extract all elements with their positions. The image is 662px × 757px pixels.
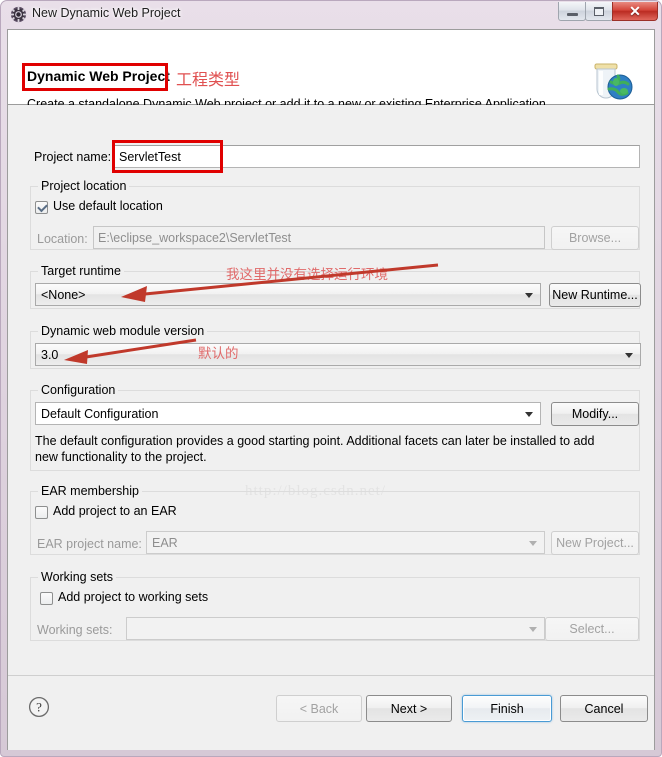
ear-project-name-combo: EAR [146,531,545,554]
close-button[interactable]: ✕ [612,2,658,21]
module-version-group-title: Dynamic web module version [38,324,208,338]
location-label: Location: [37,232,88,246]
project-location-group-title: Project location [38,179,130,193]
dialog-banner: Dynamic Web Project 工程类型 Create a standa… [8,30,654,111]
add-project-to-working-sets-checkbox[interactable] [40,592,53,605]
module-version-combo[interactable]: 3.0 [35,343,641,366]
next-button[interactable]: Next > [366,695,452,722]
dialog-content: http://blog.csdn.net/ Project name: Serv… [8,105,654,675]
back-button: < Back [276,695,362,722]
dialog-footer: ? < Back Next > Finish Cancel [8,675,654,750]
chevron-down-icon [525,411,533,417]
chevron-down-icon [529,626,537,632]
ear-project-name-label: EAR project name: [37,537,142,551]
maximize-button[interactable] [585,2,613,21]
window-controls: ✕ [558,2,658,21]
configuration-description-line2: new functionality to the project. [35,450,207,464]
working-sets-label: Working sets: [37,623,113,637]
module-version-annotation: 默认的 [198,346,239,361]
finish-button[interactable]: Finish [462,695,552,722]
project-name-label: Project name: [34,150,112,164]
add-project-to-ear-label: Add project to an EAR [53,504,177,518]
dialog-window: New Dynamic Web Project ✕ Dynamic Web Pr… [0,0,662,757]
project-name-highlight-box [112,140,223,173]
new-runtime-button[interactable]: New Runtime... [549,283,641,307]
svg-text:?: ? [36,700,42,715]
working-sets-combo [126,617,545,640]
chevron-down-icon [625,352,633,358]
location-input: E:\eclipse_workspace2\ServletTest [93,226,545,249]
gear-icon [10,6,27,23]
dialog-client-area: Dynamic Web Project 工程类型 Create a standa… [7,29,655,750]
ear-membership-group-title: EAR membership [38,484,142,498]
target-runtime-annotation: 我这里并没有选择运行环境 [226,267,388,282]
target-runtime-combo[interactable]: <None> [35,283,541,306]
use-default-location-checkbox[interactable] [35,201,48,214]
add-project-to-working-sets-label: Add project to working sets [58,590,209,604]
window-title: New Dynamic Web Project [32,6,181,20]
module-version-value: 3.0 [41,347,59,362]
add-project-to-ear-checkbox[interactable] [35,506,48,519]
page-title-annotation: 工程类型 [176,72,241,89]
modify-button[interactable]: Modify... [551,402,639,426]
minimize-icon [566,13,578,16]
new-project-button: New Project... [551,531,639,555]
working-sets-group-title: Working sets [38,570,117,584]
browse-button: Browse... [551,226,639,250]
maximize-icon [594,6,604,16]
question-mark-icon[interactable]: ? [28,696,50,718]
configuration-combo[interactable]: Default Configuration [35,402,541,425]
configuration-value: Default Configuration [41,406,159,421]
use-default-location-label: Use default location [53,199,163,213]
configuration-group-title: Configuration [38,383,119,397]
close-icon: ✕ [629,3,641,19]
chevron-down-icon [529,540,537,546]
page-title-highlight-box [22,63,168,91]
target-runtime-value: <None> [41,287,86,302]
configuration-description-line1: The default configuration provides a goo… [35,434,595,448]
cancel-button[interactable]: Cancel [560,695,648,722]
chevron-down-icon [525,292,533,298]
select-button: Select... [545,617,639,641]
title-bar: New Dynamic Web Project ✕ [1,1,661,29]
jar-globe-icon [578,56,640,104]
minimize-button[interactable] [558,2,586,21]
ear-project-name-value: EAR [152,535,178,550]
target-runtime-group-title: Target runtime [38,264,124,278]
